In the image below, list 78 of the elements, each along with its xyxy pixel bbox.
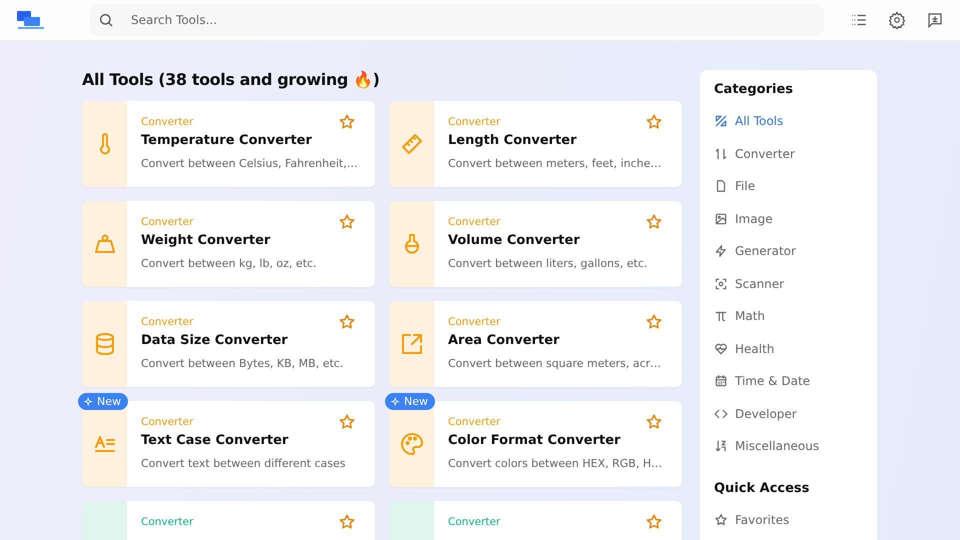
tool-description: Convert colors between HEX, RGB, H… [448, 457, 664, 470]
heart-icon [714, 342, 728, 356]
tool-title: Area Converter [448, 333, 560, 348]
weight-icon [92, 232, 116, 256]
tool-card[interactable]: Converter Weight Converter Convert between kg, lb, oz, etc. [82, 201, 375, 287]
tool-card[interactable]: Converter Area Converter Convert between square meters, acr… [389, 301, 682, 387]
settings-icon[interactable] [888, 11, 906, 29]
category-item[interactable]: Developer [714, 398, 863, 430]
star-icon[interactable] [338, 213, 356, 231]
arrows-icon [714, 146, 728, 161]
search-icon [98, 12, 114, 28]
star-icon[interactable] [338, 513, 356, 531]
category-item[interactable]: Generator [714, 235, 863, 268]
pi-icon [714, 309, 728, 324]
tool-description: Convert between Bytes, KB, MB, etc. [141, 357, 344, 370]
palette-icon [400, 432, 424, 456]
category-label: Converter [448, 416, 500, 428]
star-icon[interactable] [338, 113, 356, 131]
file-icon [714, 179, 728, 194]
logo-icon[interactable] [16, 9, 46, 31]
section-title: Quick Access [714, 480, 810, 496]
category-item[interactable]: All Tools [714, 105, 863, 138]
category-label: Converter [448, 516, 500, 528]
category-label: Converter [448, 116, 500, 128]
category-item[interactable]: Scanner [714, 268, 863, 300]
star-icon [714, 512, 728, 527]
category-item[interactable]: Math [714, 300, 863, 332]
category-item[interactable]: Health [714, 332, 863, 365]
category-label: Converter [141, 216, 194, 228]
star-icon[interactable] [645, 413, 663, 431]
new-badge: New [78, 393, 128, 410]
tool-card[interactable]: Converter Data Size Converter Convert between Bytes, KB, MB, etc. [82, 301, 375, 387]
search-field[interactable]: Search Tools... [90, 4, 824, 36]
tool-title: Data Size Converter [141, 333, 289, 348]
tool-card[interactable]: Converter Volume Converter Convert between liters, gallons, etc. [389, 201, 682, 287]
category-label: Converter [141, 116, 194, 128]
star-icon[interactable] [645, 513, 663, 531]
tool-description: Convert between kg, lb, oz, etc. [141, 257, 318, 270]
category-item[interactable]: Favorites [714, 504, 863, 536]
tool-card[interactable]: Converter Temperature Converter Convert between Celsius, Fahrenheit,… [82, 101, 375, 187]
tool-description: Convert between liters, gallons, etc. [448, 257, 648, 270]
category-label: Converter [141, 516, 194, 528]
star-icon[interactable] [645, 113, 663, 131]
tool-title: Weight Converter [141, 233, 272, 248]
image-icon [714, 212, 728, 226]
star-icon[interactable] [338, 313, 356, 331]
page-title: All Tools (38 tools and growing 🔥) [82, 70, 381, 89]
star-icon[interactable] [645, 313, 663, 331]
feedback-icon[interactable] [926, 11, 944, 29]
scan-icon [714, 276, 728, 291]
star-icon[interactable] [645, 213, 663, 231]
category-item[interactable]: Image [714, 202, 863, 235]
tool-title: Length Converter [448, 133, 578, 148]
tool-title: Temperature Converter [141, 133, 313, 148]
new-badge: New [385, 393, 435, 410]
category-item[interactable]: Time & Date [714, 365, 863, 398]
category-label: Converter [448, 216, 500, 228]
calendar-icon [714, 374, 728, 388]
tool-card[interactable]: Converter Length Converter Convert between meters, feet, inche… [389, 101, 682, 187]
category-item[interactable]: Converter [714, 138, 863, 170]
sort-icon [714, 439, 728, 454]
category-item[interactable]: Miscellaneous [714, 430, 863, 462]
tool-description: Convert between Celsius, Fahrenheit,… [141, 157, 359, 170]
expand-icon [400, 332, 424, 356]
category-label: Converter [141, 416, 194, 428]
ruler-icon [400, 132, 424, 156]
tool-title: Text Case Converter [141, 433, 290, 448]
category-label: Converter [141, 316, 194, 328]
category-label: Converter [448, 316, 500, 328]
tool-description: Convert between meters, feet, inche… [448, 157, 662, 170]
star-icon[interactable] [338, 413, 356, 431]
section-title: Categories [714, 82, 794, 97]
tool-description: Convert text between different cases [141, 457, 346, 470]
tool-title: Color Format Converter [448, 433, 622, 448]
category-item[interactable]: File [714, 170, 863, 202]
tool-description: Convert between square meters, acr… [448, 357, 662, 370]
tool-title: Volume Converter [448, 233, 581, 248]
bolt-icon [714, 244, 728, 258]
